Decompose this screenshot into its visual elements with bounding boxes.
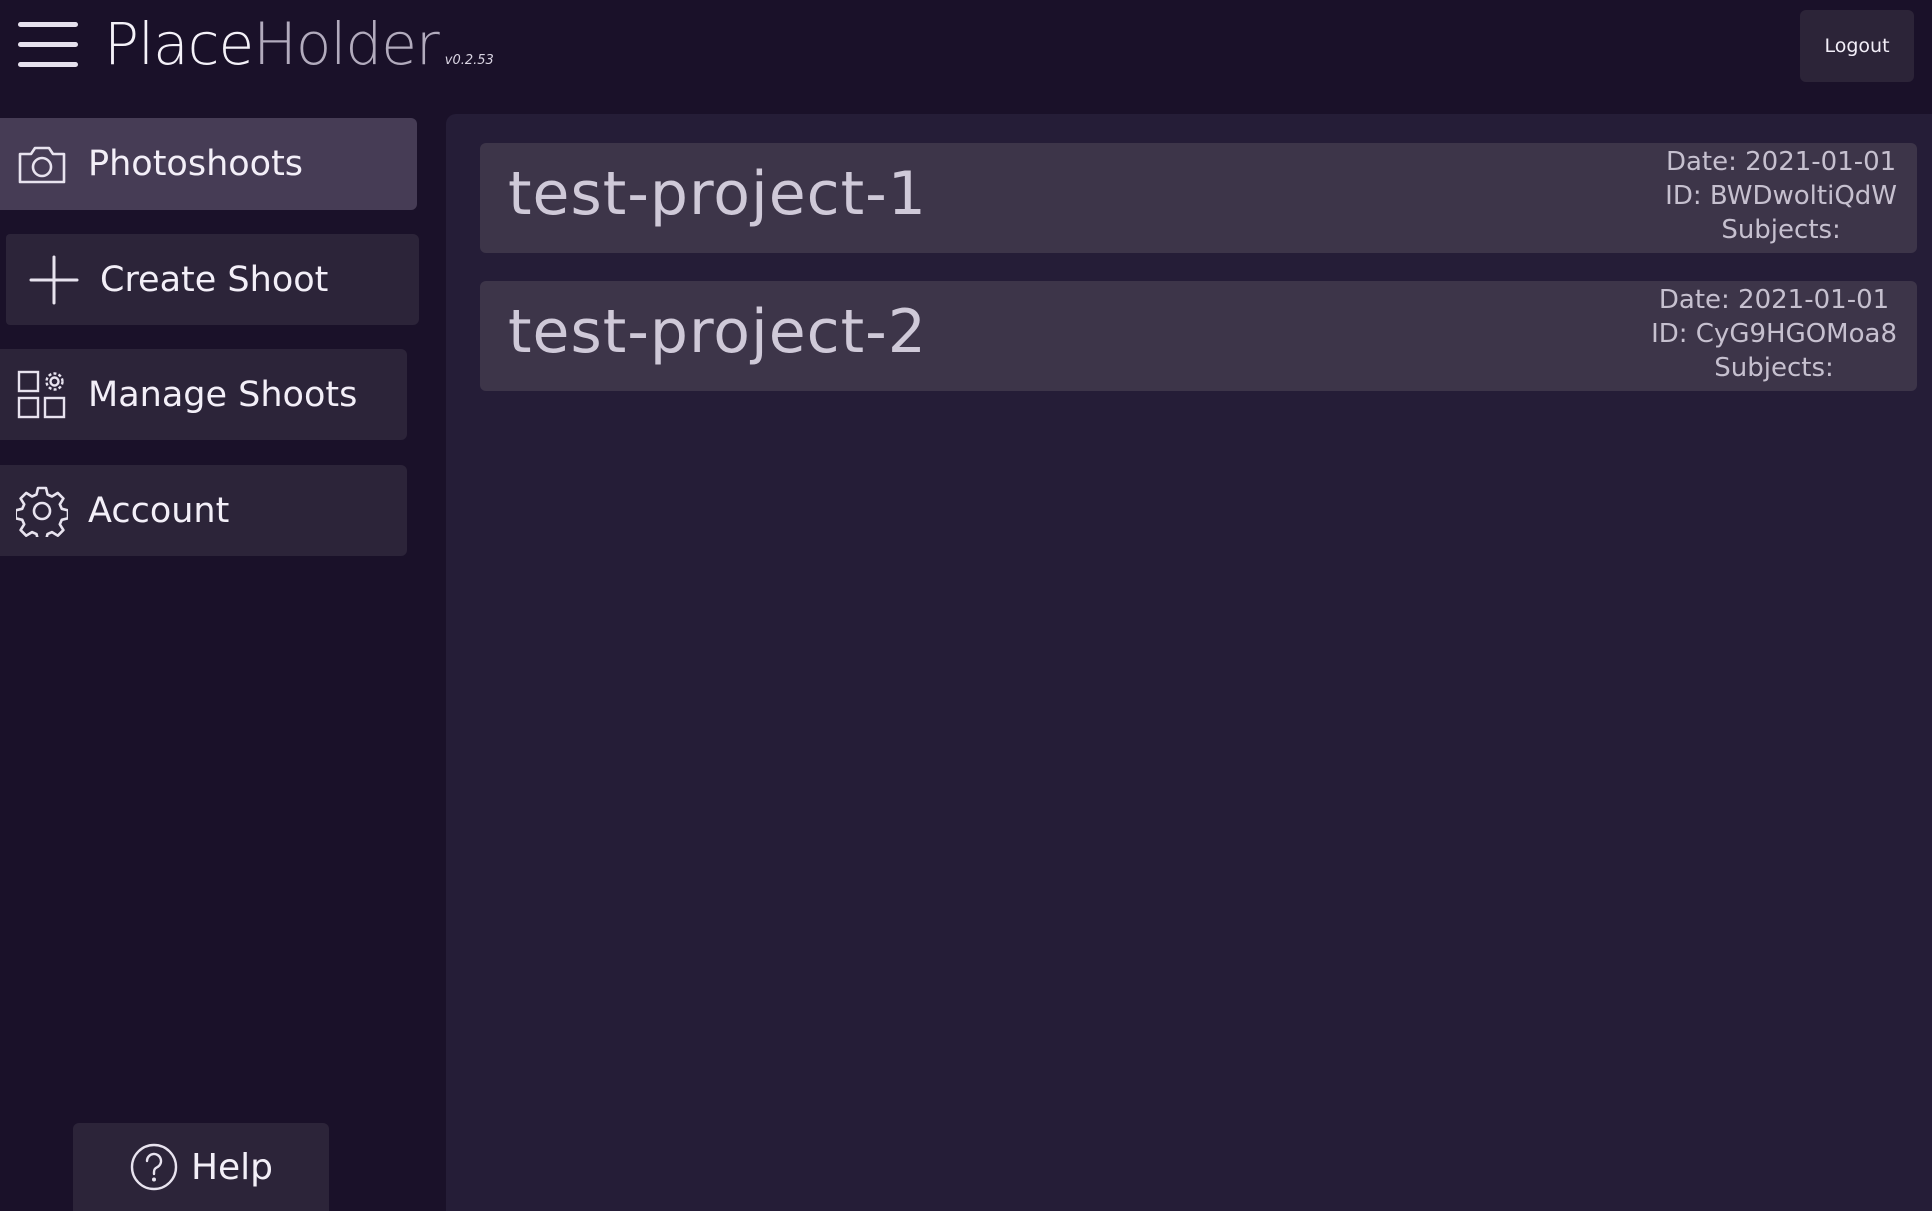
project-date: Date: 2021-01-01 [1665, 147, 1897, 177]
project-meta: Date: 2021-01-01 ID: BWDwoltiQdW Subject… [1665, 145, 1897, 247]
help-icon [129, 1142, 179, 1192]
camera-icon [16, 138, 68, 190]
logo-text-holder: Holder [253, 10, 440, 78]
logo-text-place: Place [104, 10, 254, 78]
sidebar-item-account[interactable]: Account [0, 465, 407, 556]
app-logo: PlaceHolder v0.2.53 [104, 10, 494, 80]
project-list-panel: test-project-1 Date: 2021-01-01 ID: BWDw… [446, 114, 1932, 1211]
project-subjects: Subjects: [1721, 215, 1841, 245]
app-version: v0.2.53 [444, 53, 494, 68]
sidebar: Photoshoots Create Shoot Manage Shoots A… [0, 114, 446, 1211]
sidebar-item-manage-shoots[interactable]: Manage Shoots [0, 349, 407, 440]
sidebar-item-label: Account [88, 490, 230, 531]
sidebar-item-label: Create Shoot [100, 259, 329, 300]
gear-icon [16, 485, 68, 537]
project-card[interactable]: test-project-2 Date: 2021-01-01 ID: CyG9… [480, 281, 1917, 391]
sidebar-item-label: Photoshoots [88, 144, 304, 184]
sidebar-item-label: Manage Shoots [88, 374, 358, 415]
hamburger-line [18, 62, 78, 67]
hamburger-line [18, 42, 78, 47]
hamburger-line [18, 22, 78, 27]
app-header: PlaceHolder v0.2.53 Logout [0, 0, 1932, 114]
project-date: Date: 2021-01-01 [1658, 285, 1890, 315]
logout-button[interactable]: Logout [1800, 10, 1914, 82]
project-meta: Date: 2021-01-01 ID: CyG9HGOMoa8 Subject… [1651, 283, 1897, 385]
help-button[interactable]: Help [73, 1123, 329, 1211]
plus-icon [28, 254, 80, 306]
grid-gear-icon [16, 369, 68, 421]
help-label: Help [190, 1146, 274, 1188]
project-subjects: Subjects: [1714, 353, 1834, 383]
project-name: test-project-2 [508, 297, 927, 367]
project-id: ID: BWDwoltiQdW [1665, 181, 1897, 211]
project-card[interactable]: test-project-1 Date: 2021-01-01 ID: BWDw… [480, 143, 1917, 253]
sidebar-item-photoshoots[interactable]: Photoshoots [0, 118, 417, 210]
project-name: test-project-1 [508, 159, 927, 229]
sidebar-item-create-shoot[interactable]: Create Shoot [6, 234, 419, 325]
hamburger-menu-icon[interactable] [16, 20, 80, 72]
project-id: ID: CyG9HGOMoa8 [1651, 319, 1897, 349]
